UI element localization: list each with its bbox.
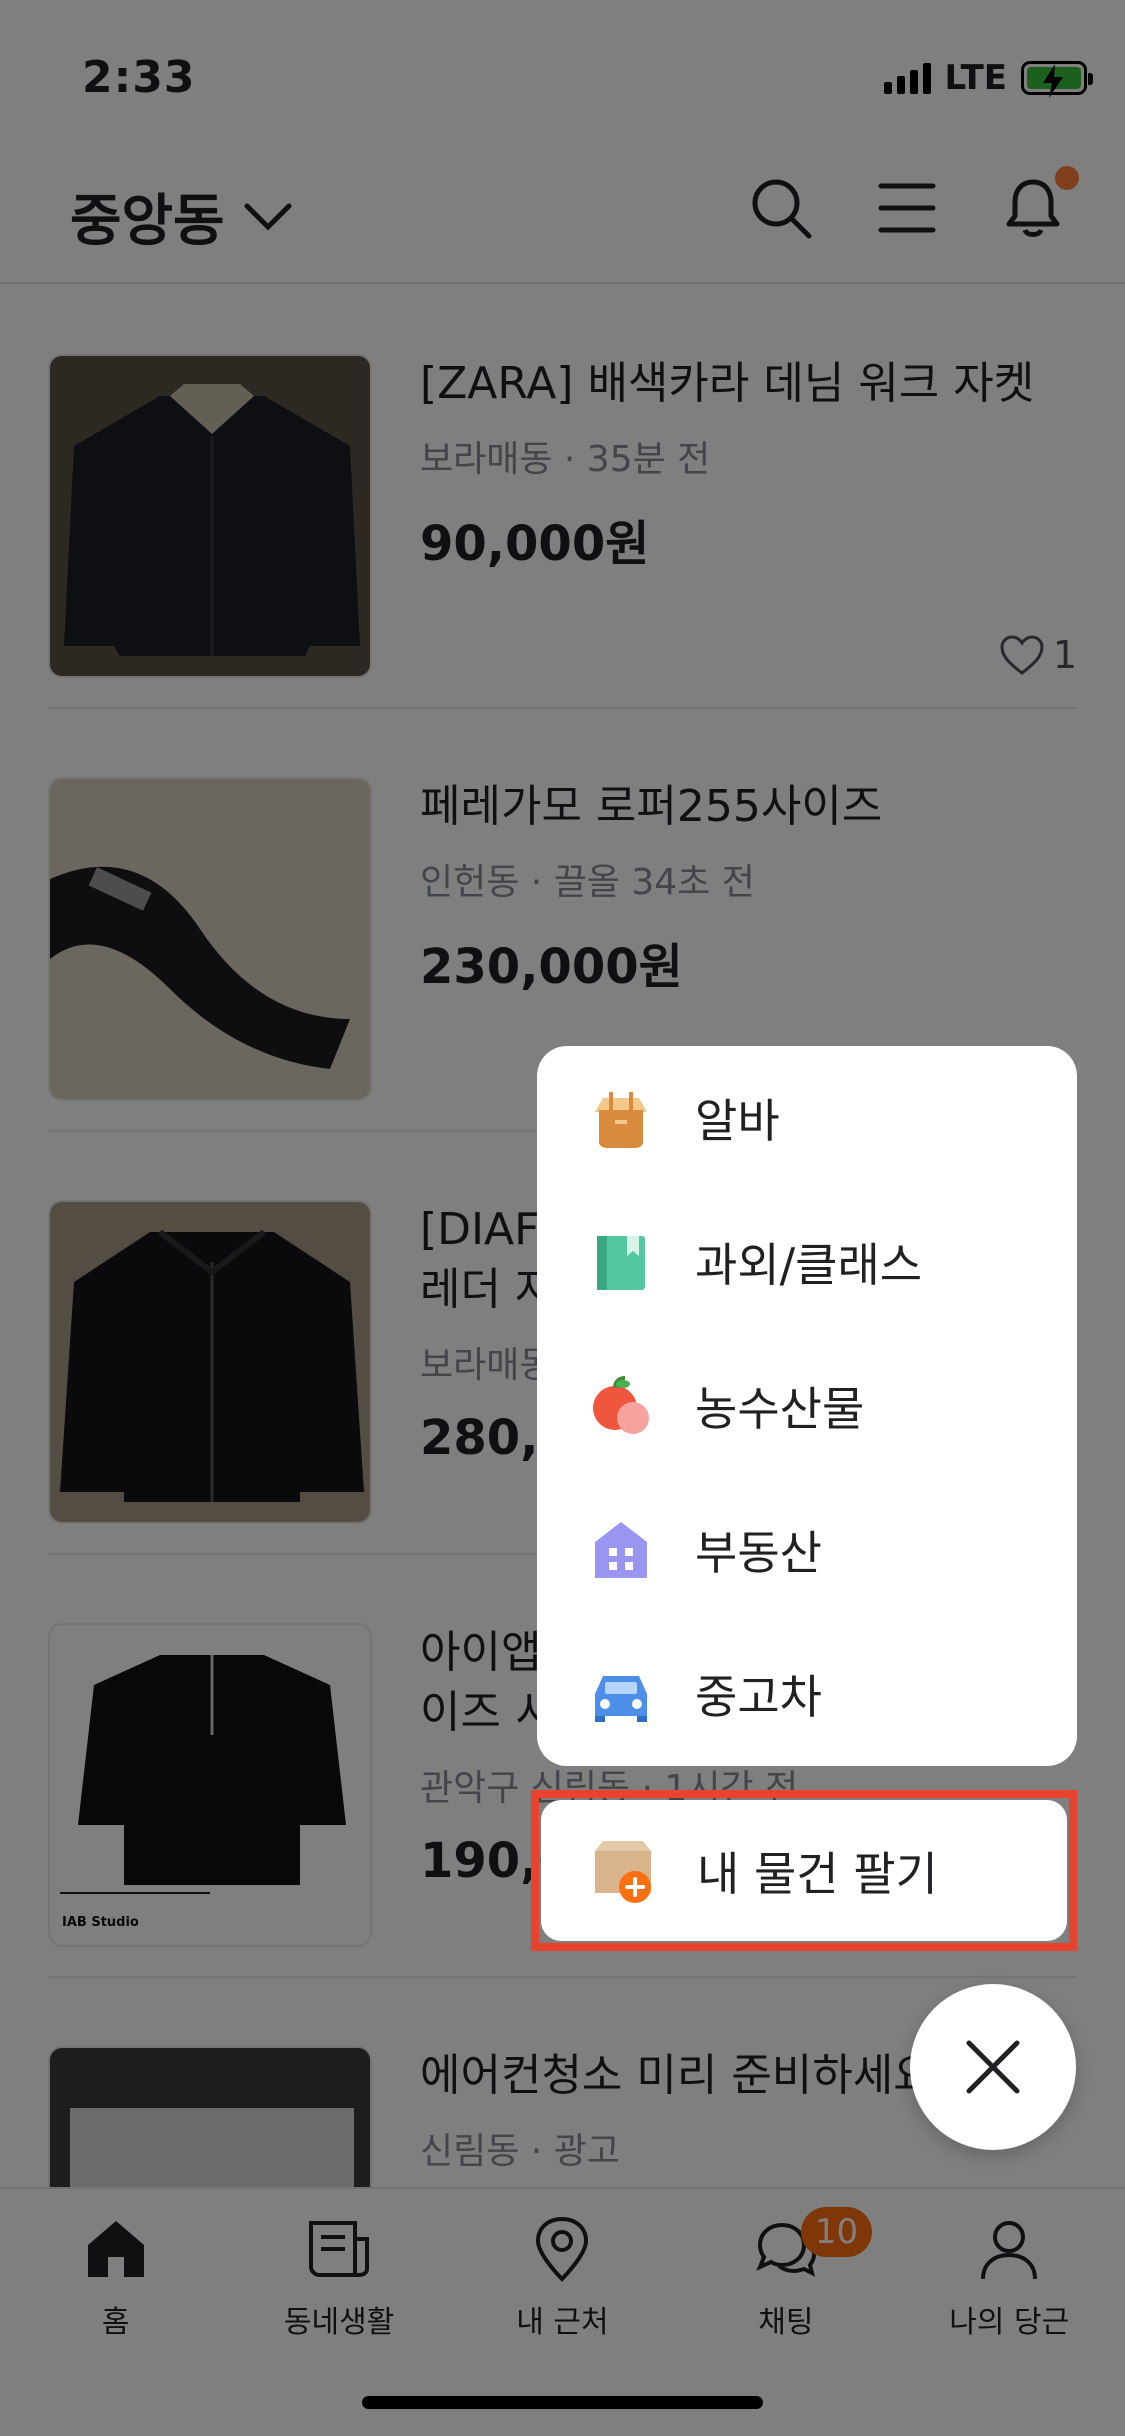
menu-item-part-time[interactable]: 알바 xyxy=(537,1046,1077,1190)
box-plus-icon xyxy=(589,1837,657,1905)
close-fab-button[interactable] xyxy=(910,1984,1076,2150)
book-icon xyxy=(589,1230,653,1294)
write-menu: 알바 과외/클래스 농수산물 부동산 중고차 xyxy=(537,1046,1077,1766)
home-indicator xyxy=(362,2396,763,2409)
menu-item-produce[interactable]: 농수산물 xyxy=(537,1334,1077,1478)
part-time-job-icon xyxy=(589,1086,653,1150)
car-icon xyxy=(589,1662,653,1726)
menu-item-real-estate[interactable]: 부동산 xyxy=(537,1478,1077,1622)
menu-item-used-car[interactable]: 중고차 xyxy=(537,1622,1077,1766)
menu-item-class[interactable]: 과외/클래스 xyxy=(537,1190,1077,1334)
apple-icon xyxy=(589,1374,653,1438)
close-icon xyxy=(966,2040,1020,2094)
sell-item-button[interactable]: 내 물건 팔기 xyxy=(541,1800,1067,1941)
house-icon xyxy=(589,1518,653,1582)
